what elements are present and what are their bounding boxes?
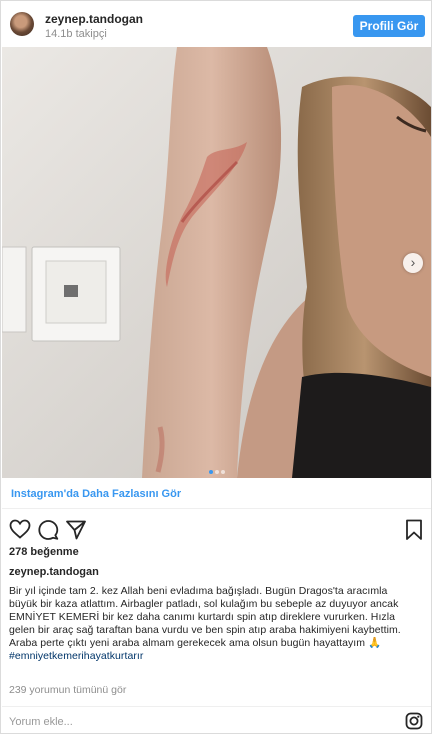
instagram-logo-icon[interactable]	[405, 712, 423, 730]
hashtag-link[interactable]: #emniyetkemerihayatkurtarır	[9, 650, 427, 663]
bookmark-icon[interactable]	[405, 519, 423, 541]
next-slide-button[interactable]: ›	[403, 253, 423, 273]
carousel-indicator	[1, 461, 432, 479]
post-header: zeynep.tandogan 14.1b takipçi Profili Gö…	[1, 1, 431, 47]
caption-line: büyük bir kaza atlattım. Airbagler patla…	[9, 598, 399, 610]
share-icon[interactable]	[65, 519, 87, 540]
caption-username[interactable]: zeynep.tandogan	[9, 566, 99, 578]
view-more-on-instagram-link[interactable]: Instagram'da Daha Fazlasını Gör	[11, 488, 181, 500]
carousel-dot	[215, 470, 219, 474]
view-profile-button[interactable]: Profili Gör	[353, 15, 425, 37]
heart-icon[interactable]	[9, 519, 31, 539]
instagram-embed-card: zeynep.tandogan 14.1b takipçi Profili Gö…	[0, 0, 432, 734]
caption-text: Bir yıl içinde tam 2. kez Allah beni evl…	[9, 585, 427, 663]
carousel-dot	[221, 470, 225, 474]
caption-line: Araba perte çıktı yeni araba almam gerek…	[9, 637, 382, 649]
chevron-right-icon: ›	[410, 254, 416, 270]
header-username[interactable]: zeynep.tandogan	[45, 12, 143, 26]
follower-count: 14.1b takipçi	[45, 28, 107, 40]
view-all-comments-link[interactable]: 239 yorumun tümünü gör	[9, 684, 126, 696]
divider	[2, 508, 431, 509]
carousel-dot	[209, 470, 213, 474]
comment-icon[interactable]	[37, 519, 59, 540]
caption-line: Bir yıl içinde tam 2. kez Allah beni evl…	[9, 585, 388, 597]
caption-line: gelen bir araç sağ taraftan bana vurdu v…	[9, 624, 401, 636]
post-photo[interactable]	[2, 47, 431, 478]
post-image	[2, 47, 431, 478]
like-count[interactable]: 278 beğenme	[9, 546, 79, 558]
caption-line: EMNİYET KEMERİ bir kez daha canımı kurta…	[9, 611, 395, 623]
avatar[interactable]	[10, 12, 34, 36]
add-comment-input[interactable]: Yorum ekle...	[9, 716, 73, 728]
divider	[2, 706, 431, 707]
